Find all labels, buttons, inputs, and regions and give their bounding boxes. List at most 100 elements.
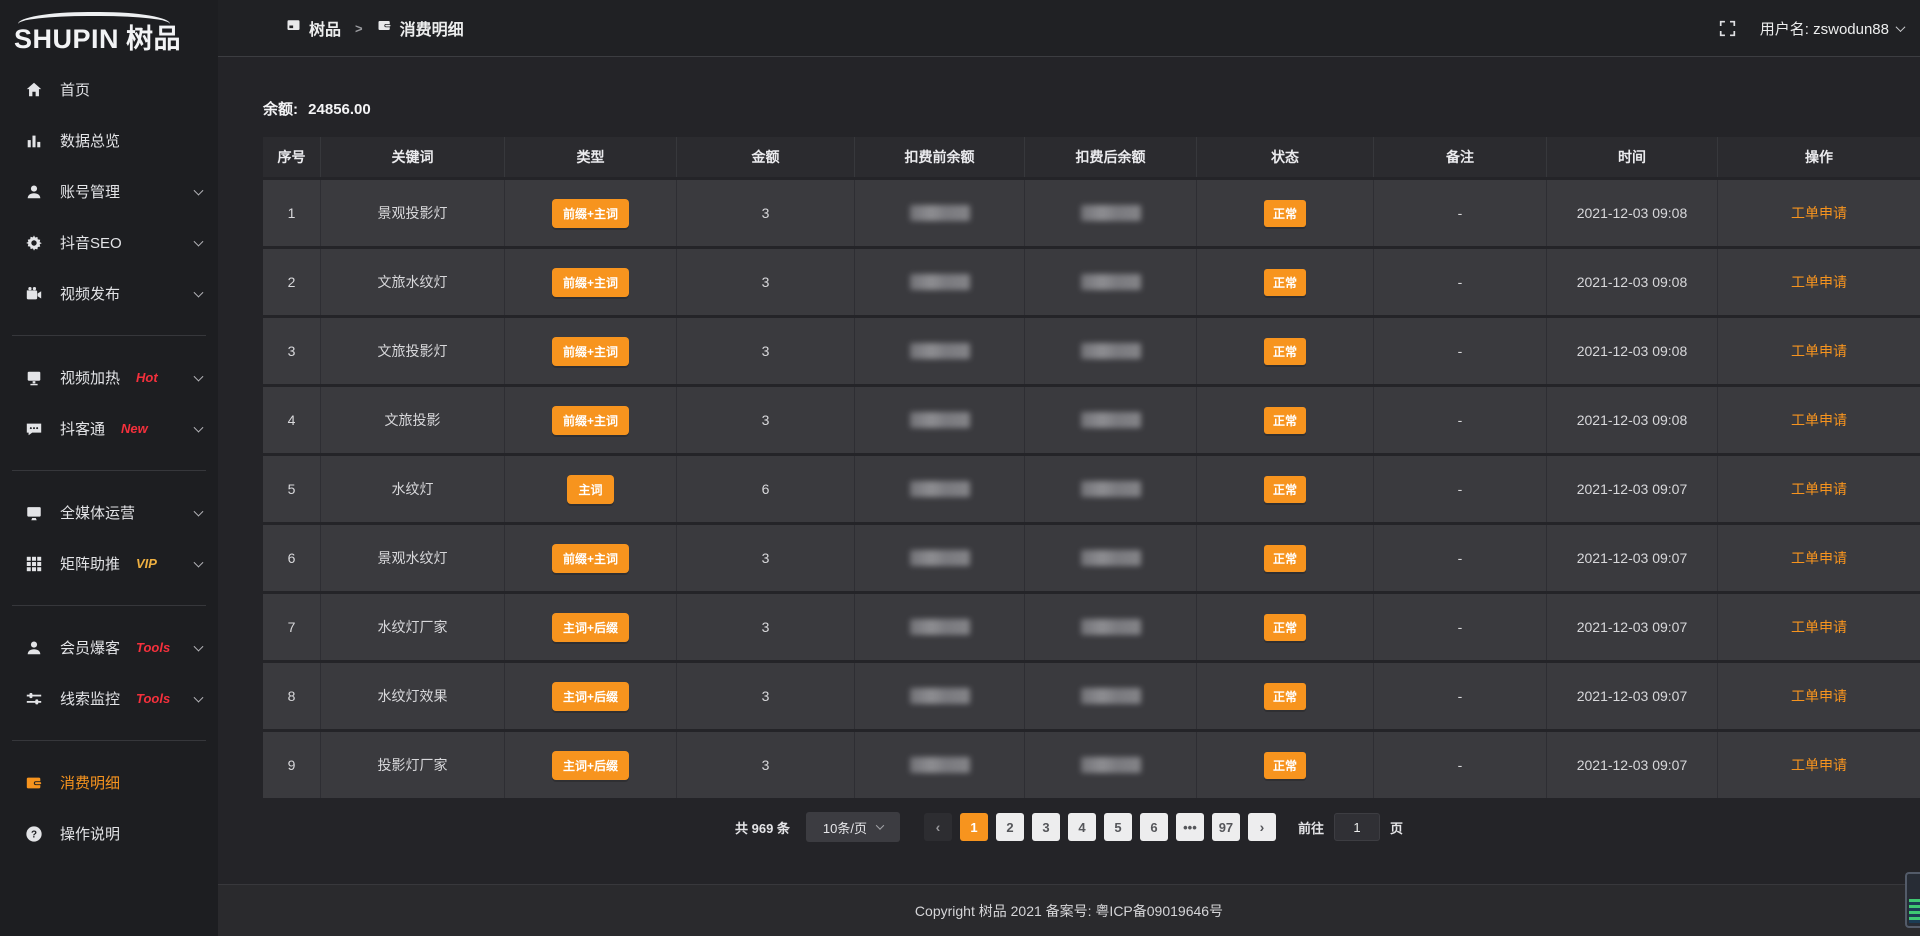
cell-keyword: 景观水纹灯	[321, 525, 505, 591]
cell-keyword: 水纹灯	[321, 456, 505, 522]
sidebar-item-matrix-boost[interactable]: 矩阵助推 VIP	[0, 538, 218, 589]
cell-remark: -	[1374, 525, 1547, 591]
main-content: 余额: 24856.00 序号关键词类型金额扣费前余额扣费后余额状态备注时间操作…	[218, 58, 1920, 936]
cell-index: 5	[263, 456, 321, 522]
action-link[interactable]: 工单申请	[1791, 479, 1847, 499]
page-button-3[interactable]: 3	[1032, 813, 1060, 841]
fullscreen-icon[interactable]	[1719, 20, 1736, 37]
new-badge: New	[121, 421, 148, 436]
balance-before-redacted	[910, 274, 970, 290]
sidebar-item-data-overview[interactable]: 数据总览	[0, 115, 218, 166]
cell-amount: 3	[677, 732, 855, 798]
cell-time: 2021-12-03 09:08	[1547, 249, 1718, 315]
status-badge: 正常	[1264, 614, 1306, 641]
goto-page-input[interactable]	[1334, 813, 1380, 841]
sidebar-item-member-baoke[interactable]: 会员爆客 Tools	[0, 622, 218, 673]
action-link[interactable]: 工单申请	[1791, 755, 1847, 775]
sidebar-divider	[12, 605, 206, 606]
status-badge: 正常	[1264, 200, 1306, 227]
breadcrumb-home[interactable]: 树品	[286, 16, 341, 40]
user-menu[interactable]: 用户名: zswodun88	[1760, 18, 1904, 39]
cell-keyword: 文旅投影	[321, 387, 505, 453]
sidebar-item-label: 消费明细	[60, 772, 120, 793]
type-badge: 前缀+主词	[552, 544, 629, 573]
table-row: 6 景观水纹灯 前缀+主词 3 正常 - 2021-12-03 09:07 工单…	[263, 525, 1920, 591]
page-button-6[interactable]: 6	[1140, 813, 1168, 841]
sidebar-item-douyin-seo[interactable]: 抖音SEO	[0, 217, 218, 268]
member-icon	[24, 638, 44, 658]
cell-time: 2021-12-03 09:07	[1547, 525, 1718, 591]
chevron-down-icon	[194, 236, 204, 246]
cell-amount: 3	[677, 387, 855, 453]
action-link[interactable]: 工单申请	[1791, 410, 1847, 430]
table-row: 2 文旅水纹灯 前缀+主词 3 正常 - 2021-12-03 09:08 工单…	[263, 249, 1920, 315]
page-button-4[interactable]: 4	[1068, 813, 1096, 841]
corner-widget-stripes	[1909, 899, 1920, 923]
breadcrumb-current[interactable]: 消费明细	[377, 16, 464, 40]
sidebar-divider	[12, 335, 206, 336]
sidebar-item-clue-monitor[interactable]: 线索监控 Tools	[0, 673, 218, 724]
cell-keyword: 投影灯厂家	[321, 732, 505, 798]
brand-en: SHUPIN	[14, 24, 119, 54]
cell-index: 6	[263, 525, 321, 591]
balance-after-redacted	[1081, 205, 1141, 221]
next-page-button[interactable]: ›	[1248, 813, 1276, 841]
breadcrumb: 树品 > 消费明细	[286, 16, 464, 40]
cell-index: 1	[263, 180, 321, 246]
sidebar-divider	[12, 740, 206, 741]
action-link[interactable]: 工单申请	[1791, 548, 1847, 568]
cell-keyword: 水纹灯厂家	[321, 594, 505, 660]
sidebar-item-video-heat[interactable]: 视频加热 Hot	[0, 352, 218, 403]
sidebar-item-video-publish[interactable]: 视频发布	[0, 268, 218, 319]
column-header: 扣费后余额	[1025, 137, 1197, 177]
column-header: 关键词	[321, 137, 505, 177]
gear-icon	[24, 233, 44, 253]
page-button-1[interactable]: 1	[960, 813, 988, 841]
video-icon	[24, 284, 44, 304]
topbar: 树品 > 消费明细 用户名: zswodun88	[218, 0, 1920, 57]
sidebar-item-label: 首页	[60, 79, 90, 100]
prev-page-button[interactable]: ‹	[924, 813, 952, 841]
wallet-icon	[377, 18, 392, 38]
sidebar-item-account[interactable]: 账号管理	[0, 166, 218, 217]
sidebar-item-instructions[interactable]: ? 操作说明	[0, 808, 218, 859]
page-button-97[interactable]: 97	[1212, 813, 1240, 841]
cell-amount: 3	[677, 180, 855, 246]
bar-chart-icon	[24, 131, 44, 151]
balance-before-redacted	[910, 550, 970, 566]
action-link[interactable]: 工单申请	[1791, 617, 1847, 637]
page-size-select[interactable]: 10条/页	[806, 812, 900, 842]
sidebar-item-douketong[interactable]: 抖客通 New	[0, 403, 218, 454]
cell-remark: -	[1374, 732, 1547, 798]
monitor-icon	[24, 503, 44, 523]
chevron-left-icon: ‹	[936, 819, 941, 835]
table-row: 9 投影灯厂家 主词+后缀 3 正常 - 2021-12-03 09:07 工单…	[263, 732, 1920, 798]
balance: 余额: 24856.00	[263, 98, 1920, 119]
action-link[interactable]: 工单申请	[1791, 272, 1847, 292]
cell-index: 8	[263, 663, 321, 729]
page-button-2[interactable]: 2	[996, 813, 1024, 841]
corner-widget[interactable]	[1905, 872, 1920, 928]
status-badge: 正常	[1264, 752, 1306, 779]
cell-time: 2021-12-03 09:07	[1547, 732, 1718, 798]
sidebar-item-consumption-detail[interactable]: 消费明细	[0, 757, 218, 808]
status-badge: 正常	[1264, 338, 1306, 365]
action-link[interactable]: 工单申请	[1791, 203, 1847, 223]
page-button-5[interactable]: 5	[1104, 813, 1132, 841]
footer: Copyright 树品 2021 备案号: 粤ICP备09019646号	[218, 884, 1920, 936]
cell-keyword: 文旅水纹灯	[321, 249, 505, 315]
cell-amount: 6	[677, 456, 855, 522]
sidebar-item-home[interactable]: 首页	[0, 64, 218, 115]
sidebar-item-media-operation[interactable]: 全媒体运营	[0, 487, 218, 538]
page-ellipsis-button[interactable]: •••	[1176, 813, 1204, 841]
chevron-right-icon: ›	[1260, 819, 1265, 835]
chevron-down-icon	[194, 422, 204, 432]
sidebar-item-label: 账号管理	[60, 181, 120, 202]
goto-unit: 页	[1390, 818, 1403, 837]
chevron-down-icon	[194, 506, 204, 516]
breadcrumb-label: 消费明细	[400, 16, 464, 40]
grid-icon	[24, 554, 44, 574]
screen-stand-icon	[24, 368, 44, 388]
action-link[interactable]: 工单申请	[1791, 341, 1847, 361]
action-link[interactable]: 工单申请	[1791, 686, 1847, 706]
